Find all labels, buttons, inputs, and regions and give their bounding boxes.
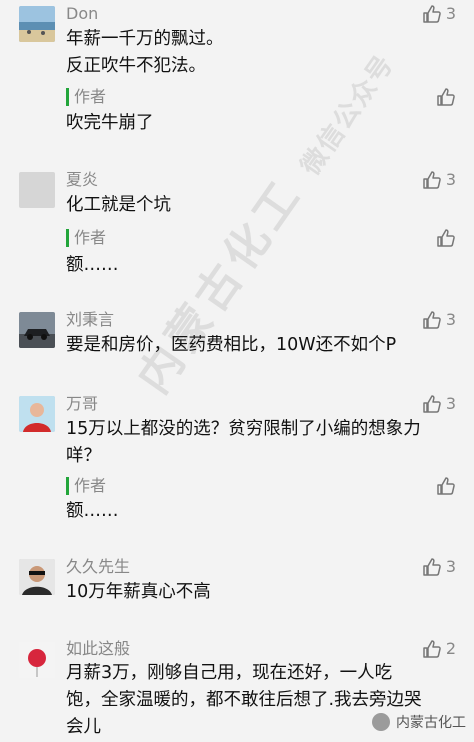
comment-line: 年薪一千万的飘过。 — [66, 29, 224, 49]
author-reply-label: 作者 — [66, 87, 106, 107]
reply-like-button[interactable] — [436, 476, 456, 496]
corner-watermark-logo: 内蒙古化工 — [372, 712, 466, 732]
avatar[interactable] — [19, 559, 55, 595]
thumbs-up-icon — [423, 558, 441, 576]
username[interactable]: 刘秉言 — [66, 310, 114, 330]
avatar[interactable] — [19, 312, 55, 348]
like-button[interactable]: 3 — [422, 310, 456, 330]
comment-text: 化工就是个坑 — [66, 192, 454, 219]
comment-text: 10万年薪真心不高 — [66, 579, 454, 606]
comment-text: 年薪一千万的飘过。 反正吹牛不犯法。 — [66, 26, 454, 80]
like-count: 3 — [445, 170, 456, 189]
comment-line: 反正吹牛不犯法。 — [66, 56, 206, 76]
comment-text: 要是和房价，医药费相比，10W还不如个P — [66, 332, 454, 359]
author-label: 作者 — [74, 87, 107, 106]
comment-line: 15万以上都没的选？贫穷限制了小编的想象力 — [66, 419, 421, 439]
thumbs-up-icon — [437, 88, 455, 106]
like-count: 3 — [445, 394, 456, 413]
reply-text: 额…… — [66, 501, 119, 521]
comment-line: 化工就是个坑 — [66, 195, 171, 215]
like-button[interactable]: 3 — [422, 557, 456, 577]
reply-text: 额…… — [66, 255, 119, 275]
comment-text: 15万以上都没的选？贫穷限制了小编的想象力 咩？ — [66, 416, 454, 470]
avatar[interactable] — [19, 642, 55, 678]
like-button[interactable]: 3 — [422, 170, 456, 190]
avatar-car-image — [19, 312, 55, 348]
thumbs-up-icon — [423, 640, 441, 658]
avatar-balloon-image — [19, 642, 55, 678]
thumbs-up-icon — [423, 311, 441, 329]
like-button[interactable]: 2 — [422, 639, 456, 659]
corner-logo-text: 内蒙古化工 — [396, 715, 466, 731]
username[interactable]: Don — [66, 4, 98, 24]
avatar-person-image — [19, 396, 55, 432]
username[interactable]: 万哥 — [66, 394, 98, 414]
reply-marker — [66, 88, 69, 106]
avatar[interactable] — [19, 6, 55, 42]
username[interactable]: 久久先生 — [66, 557, 130, 577]
thumbs-up-icon — [437, 477, 455, 495]
reply-like-button[interactable] — [436, 228, 456, 248]
author-reply-label: 作者 — [66, 228, 106, 248]
avatar-man-image — [19, 559, 55, 595]
username[interactable]: 夏炎 — [66, 170, 98, 190]
like-count: 3 — [445, 310, 456, 329]
like-count: 3 — [445, 4, 456, 23]
author-label: 作者 — [74, 476, 107, 495]
thumbs-up-icon — [423, 171, 441, 189]
comment-line: 咩？ — [66, 446, 101, 466]
like-button[interactable]: 3 — [422, 394, 456, 414]
username[interactable]: 如此这般 — [66, 639, 130, 659]
like-count: 3 — [445, 557, 456, 576]
thumbs-up-icon — [423, 5, 441, 23]
avatar[interactable] — [19, 396, 55, 432]
comment-line: 10万年薪真心不高 — [66, 582, 211, 602]
avatar-beach-image — [19, 6, 55, 42]
author-label: 作者 — [74, 228, 107, 247]
comment-line: 要是和房价，医药费相比，10W还不如个P — [66, 335, 397, 355]
like-button[interactable]: 3 — [422, 4, 456, 24]
reply-marker — [66, 477, 69, 495]
avatar[interactable] — [19, 172, 55, 208]
author-reply-label: 作者 — [66, 476, 106, 496]
comment-line: 饱，全家温暖的，都不敢往后想了.我去旁边哭 — [66, 690, 422, 710]
thumbs-up-icon — [423, 395, 441, 413]
reply-text: 吹完牛崩了 — [66, 113, 154, 133]
wechat-logo-icon — [372, 713, 390, 731]
comment-line: 月薪3万，刚够自己用，现在还好，一人吃 — [66, 663, 393, 683]
reply-like-button[interactable] — [436, 87, 456, 107]
thumbs-up-icon — [437, 229, 455, 247]
reply-marker — [66, 229, 69, 247]
like-count: 2 — [445, 639, 456, 658]
